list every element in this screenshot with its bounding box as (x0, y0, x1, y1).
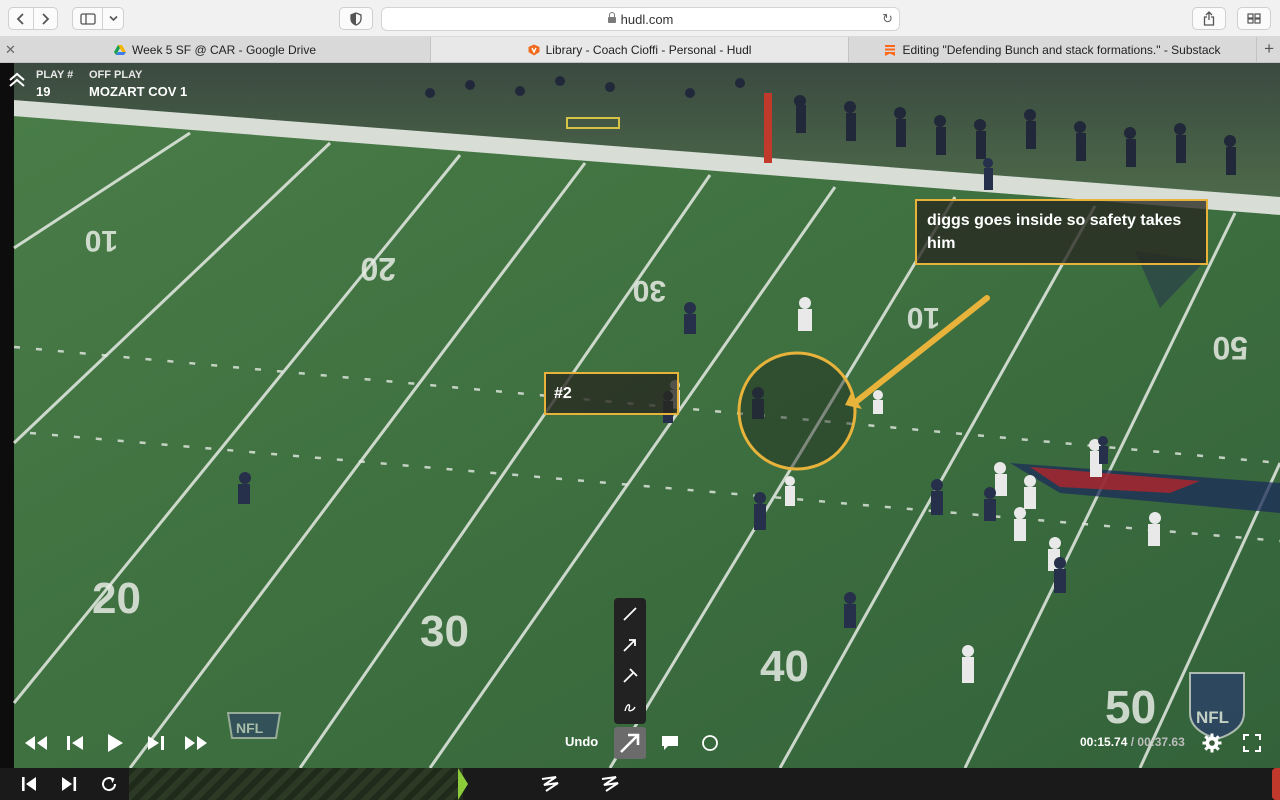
play-number: 19 (36, 84, 51, 99)
arrow-tool-button[interactable] (617, 631, 643, 659)
play-button[interactable] (103, 729, 127, 757)
annotation-textbox[interactable]: #2 (544, 372, 679, 415)
browser-toolbar: hudl.com ↻ (0, 0, 1280, 37)
refresh-icon (102, 777, 117, 792)
nfl-field-logo: NFL (226, 712, 282, 739)
svg-text:NFL: NFL (236, 720, 264, 736)
chevron-right-icon (42, 12, 50, 25)
time-readout: 00:15.74 / 00:37.63 (1080, 735, 1185, 749)
total-time: 00:37.63 (1137, 735, 1185, 749)
history-nav (8, 7, 58, 30)
yard-number: 30 (420, 607, 469, 656)
chevron-left-icon (16, 12, 24, 25)
share-icon (1203, 11, 1215, 26)
skip-back-icon (22, 777, 36, 791)
line-tool-button[interactable] (617, 600, 643, 628)
annotation-clip-icon[interactable] (538, 773, 562, 795)
yard-number: 20 (92, 574, 141, 623)
tab-title: Week 5 SF @ CAR - Google Drive (131, 42, 316, 57)
first-clip-button[interactable] (18, 774, 40, 794)
sidebar-controls (72, 7, 124, 30)
off-play-name: MOZART COV 1 (89, 84, 188, 99)
svg-text:NFL: NFL (1196, 708, 1229, 727)
tab-title: Editing "Defending Bunch and stack forma… (902, 42, 1221, 57)
shield-icon (350, 11, 362, 26)
new-tab-icon[interactable]: + (1264, 39, 1274, 59)
yard-number: 40 (760, 642, 809, 691)
reload-icon[interactable]: ↻ (882, 11, 893, 27)
tab-title: Library - Coach Cioffi - Personal - Hudl (545, 42, 752, 57)
block-tool-button[interactable] (617, 662, 643, 690)
play-icon (108, 734, 123, 752)
undo-button[interactable]: Undo (565, 734, 598, 749)
rewind-button[interactable] (22, 729, 50, 757)
yard-number: 50 (1105, 681, 1156, 733)
fullscreen-button[interactable] (1240, 729, 1264, 757)
google-drive-icon (113, 44, 126, 55)
yard-number: 50 (1212, 330, 1248, 366)
tab-hudl-library[interactable]: Library - Coach Cioffi - Personal - Hudl (431, 37, 849, 62)
off-play-label: OFF PLAY (89, 69, 143, 81)
annotation-textbox[interactable]: diggs goes inside so safety takes him (915, 199, 1208, 265)
sidebar-menu-button[interactable] (103, 8, 123, 29)
url-text: hudl.com (620, 12, 674, 27)
fullscreen-icon (1243, 734, 1261, 752)
current-time: 00:15.74 (1080, 735, 1128, 749)
tab-overview-icon (1247, 13, 1261, 24)
annotation-clip-icon[interactable] (598, 773, 622, 795)
active-arrow-tool-button[interactable] (614, 727, 646, 759)
collapse-chevron-icon[interactable] (8, 71, 26, 89)
lock-icon (607, 12, 616, 23)
comment-tool-button[interactable] (658, 729, 682, 757)
gear-icon (1202, 733, 1222, 753)
skip-forward-icon (62, 777, 77, 791)
comment-icon (662, 736, 678, 750)
step-back-icon (67, 736, 83, 750)
block-line-icon (623, 668, 638, 683)
freehand-icon (624, 704, 636, 712)
loop-button[interactable] (98, 774, 120, 794)
tab-overview-button[interactable] (1237, 7, 1271, 30)
rewind-icon (25, 736, 47, 750)
fast-forward-button[interactable] (182, 729, 210, 757)
play-number-label: PLAY # (36, 69, 74, 81)
step-forward-icon (148, 736, 164, 750)
freehand-tool-button[interactable] (617, 693, 643, 721)
yard-number: 30 (633, 274, 666, 307)
circle-tool-button[interactable] (698, 729, 722, 757)
address-bar[interactable]: hudl.com ↻ (381, 7, 900, 31)
fast-forward-icon (185, 736, 207, 750)
arrow-icon (620, 733, 640, 753)
back-button[interactable] (9, 8, 33, 29)
arrow-icon (623, 639, 636, 652)
circle-icon (702, 735, 718, 751)
chevron-down-icon (109, 15, 118, 22)
line-icon (623, 607, 637, 621)
share-button[interactable] (1192, 7, 1226, 30)
forward-button[interactable] (34, 8, 58, 29)
yard-number: 10 (907, 301, 940, 334)
clip-timeline[interactable] (129, 768, 463, 800)
privacy-report-button[interactable] (339, 7, 373, 30)
video-player[interactable]: 10 20 30 10 50 20 30 40 50 NFL NFL PLAY … (0, 63, 1280, 768)
substack-icon (885, 44, 896, 56)
yard-number: 10 (85, 224, 118, 257)
sidebar-toggle-button[interactable] (73, 8, 102, 29)
clip-navigation-bar (0, 768, 1280, 800)
coverage-circle[interactable] (737, 351, 857, 471)
yard-number: 20 (360, 251, 396, 287)
tab-substack[interactable]: Editing "Defending Bunch and stack forma… (849, 37, 1257, 62)
playhead-marker[interactable] (458, 768, 468, 800)
hudl-icon (528, 44, 540, 55)
drawing-tools-menu (614, 598, 646, 724)
tab-google-drive[interactable]: Week 5 SF @ CAR - Google Drive (0, 37, 431, 62)
timeline-end-marker (1272, 768, 1280, 800)
sidebar-icon (80, 12, 96, 25)
step-back-button[interactable] (63, 729, 87, 757)
time-separator: / (1127, 735, 1138, 749)
next-clip-button[interactable] (58, 774, 80, 794)
tab-bar: ✕ Week 5 SF @ CAR - Google Drive Library… (0, 37, 1280, 63)
step-forward-button[interactable] (144, 729, 168, 757)
settings-button[interactable] (1199, 729, 1225, 757)
